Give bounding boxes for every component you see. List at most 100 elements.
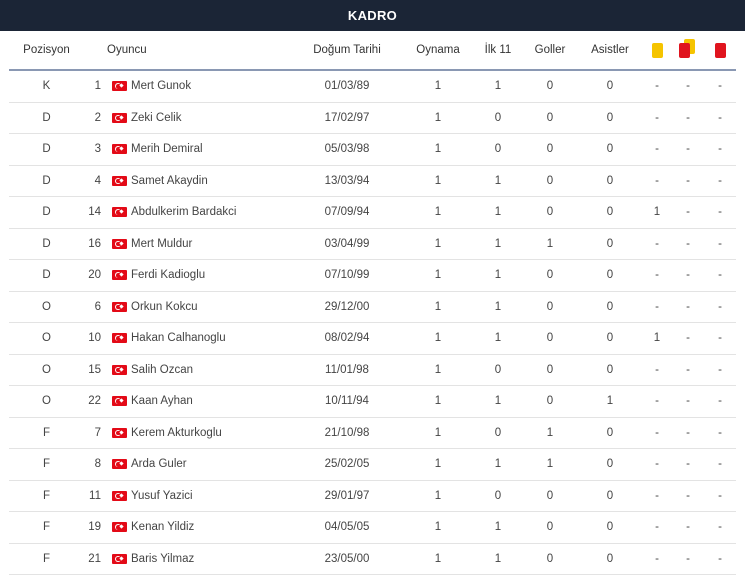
player-number: 11 [89,489,101,502]
col-header-yellow-card[interactable] [642,31,672,69]
player-number: 20 [88,269,101,282]
player-second-yellows: - [686,80,690,93]
player-assists: 0 [606,521,614,534]
turkey-flag-icon [111,71,127,102]
player-apps: 1 [434,237,442,250]
player-name[interactable]: Baris Yilmaz [131,544,311,575]
player-name[interactable]: Salih Ozcan [131,355,311,386]
player-name[interactable]: Mert Muldur [131,229,311,260]
player-goals: 1 [546,237,554,250]
turkey-flag-icon [111,386,127,417]
player-name[interactable]: Zeki Celik [131,103,311,134]
player-red-cards: - [718,332,722,345]
player-goals: 0 [546,395,554,408]
player-number: 3 [94,143,101,156]
turkey-flag-icon [111,418,127,449]
player-name[interactable]: Yusuf Yazici [131,481,311,512]
player-dob: 01/03/89 [324,80,370,93]
player-name[interactable]: Kenan Yildiz [131,512,311,543]
player-assists: 0 [606,174,614,187]
player-number: 1 [94,80,101,93]
player-assists: 0 [606,237,614,250]
player-name[interactable]: Ferdi Kadioglu [131,260,311,291]
player-assists: 0 [606,489,614,502]
table-row: D 3 Merih Demiral 05/03/98 1 0 0 0- - - [9,134,736,166]
player-goals: 0 [546,206,554,219]
player-dob: 07/10/99 [324,269,370,282]
player-number: 22 [88,395,101,408]
player-dob: 07/09/94 [324,206,370,219]
player-yellow-cards: - [655,395,659,408]
player-assists: 0 [606,458,614,471]
player-red-cards: - [718,269,722,282]
player-red-cards: - [718,111,722,124]
player-number: 7 [94,426,101,439]
player-assists: 0 [606,206,614,219]
player-name[interactable]: Merih Demiral [131,134,311,165]
player-number: 2 [94,111,101,124]
player-second-yellows: - [686,332,690,345]
player-yellow-cards: 1 [653,332,661,345]
table-row: F 21 Baris Yilmaz 23/05/00 1 1 0 0- - - [9,544,736,575]
player-dob: 08/02/94 [324,332,370,345]
col-header-first11[interactable]: İlk 11 [472,31,524,69]
col-header-position[interactable]: Pozisyon [9,31,84,69]
player-name[interactable]: Orkun Kokcu [131,292,311,323]
col-header-assists[interactable]: Asistler [583,31,637,69]
table-row: O 22 Kaan Ayhan 10/11/94 1 1 0 1- - - [9,386,736,418]
player-goals: 0 [546,111,554,124]
player-number: 19 [88,521,101,534]
player-name[interactable]: Arda Guler [131,449,311,480]
player-red-cards: - [718,552,722,565]
player-second-yellows: - [686,458,690,471]
col-header-red-card[interactable] [705,31,735,69]
player-dob: 04/05/05 [324,521,370,534]
player-apps: 1 [434,521,442,534]
table-row: F 11 Yusuf Yazici 29/01/97 1 0 0 0- - - [9,481,736,512]
player-goals: 0 [546,143,554,156]
col-header-second-yellow[interactable] [673,31,703,69]
player-name[interactable]: Abdulkerim Bardakci [131,197,311,228]
player-first11: 1 [494,206,502,219]
player-red-cards: - [718,237,722,250]
turkey-flag-icon [111,260,127,291]
col-header-apps[interactable]: Oynama [409,31,467,69]
player-second-yellows: - [686,521,690,534]
second-yellow-card-icon [679,39,697,61]
table-row: O 10 Hakan Calhanoglu 08/02/94 1 1 0 0 1- - [9,323,736,355]
player-first11: 1 [494,237,502,250]
player-number: 21 [88,552,101,565]
col-header-player[interactable]: Oyuncu [107,31,287,69]
player-goals: 1 [546,426,554,439]
player-goals: 0 [546,332,554,345]
player-apps: 1 [434,206,442,219]
player-yellow-cards: - [655,300,659,313]
player-yellow-cards: - [655,458,659,471]
player-second-yellows: - [686,111,690,124]
player-red-cards: - [718,521,722,534]
player-name[interactable]: Samet Akaydin [131,166,311,197]
player-name[interactable]: Hakan Calhanoglu [131,323,311,354]
player-first11: 0 [494,426,502,439]
player-name[interactable]: Kaan Ayhan [131,386,311,417]
col-header-dob[interactable]: Doğum Tarihi [291,31,403,69]
player-dob: 25/02/05 [324,458,370,471]
player-apps: 1 [434,143,442,156]
player-second-yellows: - [686,206,690,219]
player-second-yellows: - [686,143,690,156]
player-yellow-cards: - [655,111,659,124]
player-name[interactable]: Mert Gunok [131,71,311,102]
col-header-goals[interactable]: Goller [523,31,577,69]
table-row: O 15 Salih Ozcan 11/01/98 1 0 0 0- - - [9,355,736,386]
turkey-flag-icon [111,103,127,134]
player-first11: 0 [494,363,502,376]
table-row: K 1 Mert Gunok 01/03/89 1 1 0 0- - - [9,71,736,103]
player-apps: 1 [434,395,442,408]
player-name[interactable]: Kerem Akturkoglu [131,418,311,449]
player-apps: 1 [434,552,442,565]
table-header-row: Pozisyon Oyuncu Doğum Tarihi Oynama İlk … [9,31,736,71]
player-second-yellows: - [686,174,690,187]
player-red-cards: - [718,458,722,471]
player-apps: 1 [434,269,442,282]
player-apps: 1 [434,80,442,93]
